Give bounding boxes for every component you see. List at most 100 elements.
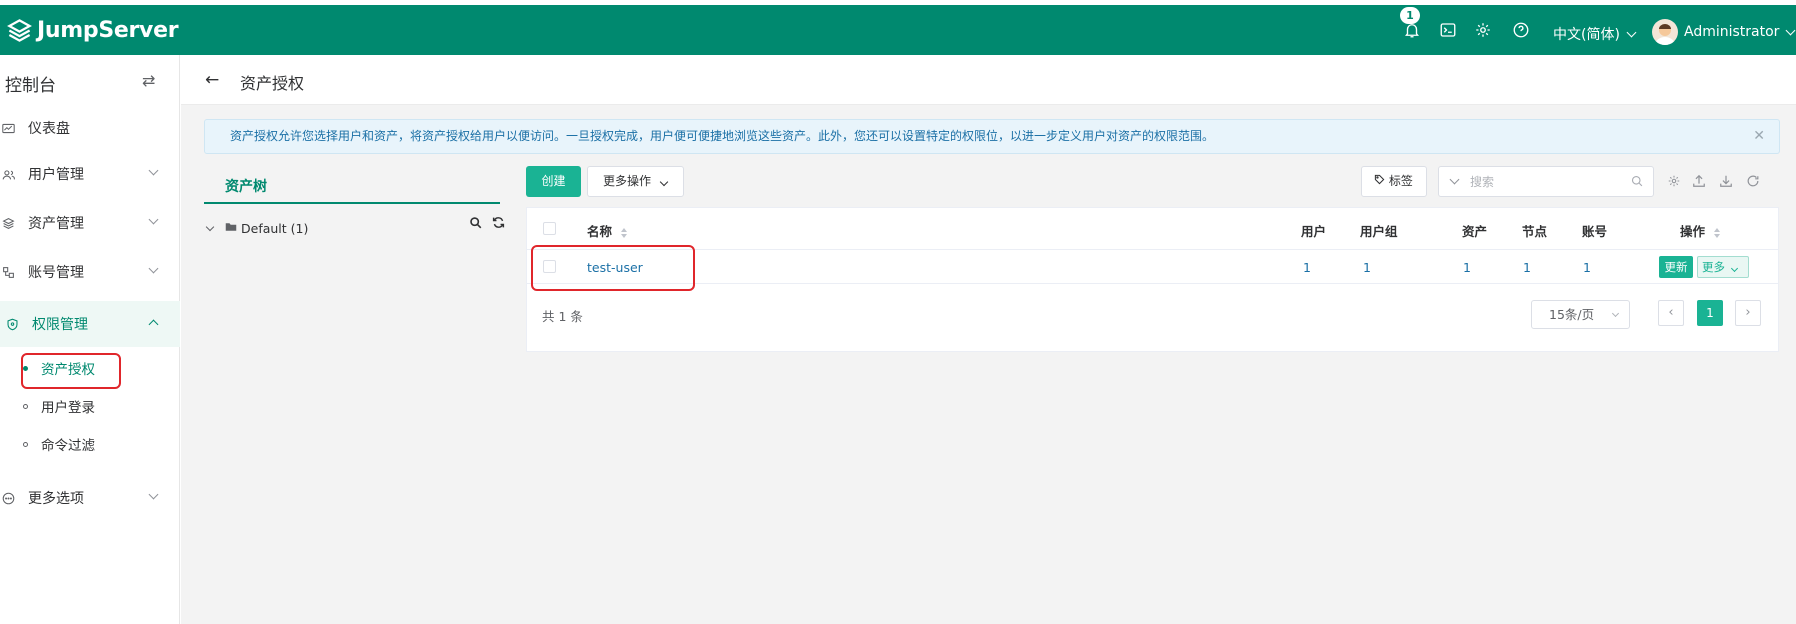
sidebar-item-accounts[interactable]: 账号管理: [0, 249, 180, 295]
main-content: ← 资产授权 资产授权允许您选择用户和资产，将资产授权给用户以便访问。一旦授权完…: [181, 55, 1796, 624]
brand-logo[interactable]: JumpServer: [6, 17, 179, 44]
page-header: ← 资产授权: [181, 55, 1796, 105]
search-input[interactable]: [1470, 172, 1620, 192]
row-more-dropdown[interactable]: 更多: [1697, 256, 1749, 278]
chevron-down-icon: [148, 214, 159, 225]
chevron-down-icon[interactable]: [1449, 174, 1460, 185]
column-header-user-groups: 用户组: [1360, 224, 1398, 239]
sidebar-item-label: 仪表盘: [28, 121, 70, 137]
jumpserver-logo-icon: [7, 19, 32, 42]
download-icon[interactable]: [1719, 174, 1733, 192]
user-groups-count[interactable]: 1: [1363, 260, 1371, 275]
help-icon[interactable]: [1511, 20, 1531, 40]
chevron-down-icon: [148, 263, 159, 274]
column-header-users: 用户: [1301, 224, 1327, 239]
caret-down-icon[interactable]: [205, 222, 215, 231]
row-more-label: 更多: [1702, 260, 1725, 274]
notification-badge: 1: [1400, 7, 1420, 24]
accounts-count[interactable]: 1: [1583, 260, 1591, 275]
more-icon: [0, 492, 16, 505]
highlight-box: [21, 353, 121, 389]
bullet-icon: [23, 403, 28, 409]
search-icon[interactable]: [469, 216, 482, 233]
accounts-icon: [0, 266, 16, 279]
highlight-box: [531, 245, 695, 291]
sidebar: 控制台 ⇄ 仪表盘 用户管理 资产管理 账号管理 权限管理 资产授权 用户登录 …: [0, 55, 180, 624]
shield-icon: [4, 318, 20, 331]
sidebar-subitem-user-login[interactable]: 用户登录: [0, 387, 180, 425]
sidebar-title: 控制台: [5, 76, 56, 96]
switch-icon[interactable]: ⇄: [142, 71, 155, 90]
search-icon[interactable]: [1631, 175, 1643, 191]
refresh-icon[interactable]: [492, 216, 505, 233]
sidebar-item-label: 资产管理: [28, 216, 84, 232]
update-button[interactable]: 更新: [1659, 256, 1693, 278]
page-size-select[interactable]: 15条/页: [1531, 300, 1630, 329]
sidebar-item-label: 账号管理: [28, 265, 84, 281]
nodes-count[interactable]: 1: [1523, 260, 1531, 275]
upload-icon[interactable]: [1692, 174, 1706, 192]
settings-icon[interactable]: [1667, 174, 1681, 192]
next-page-button[interactable]: ›: [1735, 300, 1761, 326]
chevron-down-icon: [148, 165, 159, 176]
more-actions-dropdown[interactable]: 更多操作: [587, 166, 684, 197]
page-number-current[interactable]: 1: [1697, 300, 1723, 326]
more-actions-label: 更多操作: [603, 174, 652, 188]
tree-node-label: Default (1): [241, 220, 309, 236]
refresh-icon[interactable]: [1746, 174, 1760, 192]
sidebar-item-permissions[interactable]: 权限管理: [0, 301, 180, 347]
column-header-assets: 资产: [1462, 224, 1488, 239]
sort-icon[interactable]: [1713, 227, 1721, 239]
sidebar-subitem-label: 命令过滤: [41, 438, 95, 454]
gear-icon[interactable]: [1473, 20, 1493, 40]
chevron-up-icon: [148, 319, 159, 330]
sidebar-item-users[interactable]: 用户管理: [0, 151, 180, 197]
sidebar-item-assets[interactable]: 资产管理: [0, 200, 180, 246]
language-label: 中文(简体): [1553, 27, 1620, 43]
avatar: [1652, 19, 1678, 45]
column-header-name[interactable]: 名称: [587, 221, 628, 240]
top-navbar: JumpServer 1 中文(简体) Administrator: [0, 5, 1796, 55]
chevron-down-icon: [148, 489, 159, 500]
sidebar-item-dashboard[interactable]: 仪表盘: [0, 105, 180, 151]
terminal-icon[interactable]: [1438, 20, 1458, 40]
asset-tree-panel: 资产树 Default (1): [204, 164, 505, 624]
tree-tools: [469, 216, 505, 233]
sidebar-item-label: 权限管理: [32, 317, 88, 333]
chevron-down-icon: [1611, 309, 1620, 318]
user-menu[interactable]: Administrator: [1652, 19, 1796, 45]
permission-list-panel: 创建 更多操作 标签 搜索 名称 用户 用户组 资产 节点 账号 操作 test…: [526, 164, 1779, 624]
create-button[interactable]: 创建: [526, 166, 581, 197]
sidebar-item-more[interactable]: 更多选项: [0, 475, 180, 521]
sidebar-item-label: 用户管理: [28, 167, 84, 183]
assets-count[interactable]: 1: [1463, 260, 1471, 275]
permissions-table: 名称 用户 用户组 资产 节点 账号 操作 test-user 1 1 1 1 …: [526, 207, 1779, 352]
chevron-down-icon: [1730, 264, 1738, 273]
column-header-accounts: 账号: [1582, 224, 1608, 239]
tree-node-default[interactable]: Default (1): [204, 216, 500, 240]
column-label: 操作: [1680, 224, 1706, 239]
prev-page-button[interactable]: ‹: [1658, 300, 1684, 326]
chevron-down-icon: [1785, 25, 1796, 35]
sort-icon[interactable]: [620, 227, 628, 239]
username: Administrator: [1684, 24, 1780, 40]
close-icon[interactable]: ✕: [1753, 120, 1765, 153]
table-header: 名称 用户 用户组 资产 节点 账号 操作: [527, 208, 1778, 250]
back-arrow-icon[interactable]: ←: [205, 70, 219, 90]
tab-asset-tree[interactable]: 资产树: [204, 164, 500, 204]
column-label: 名称: [587, 224, 613, 239]
dashboard-icon: [0, 122, 16, 135]
folder-icon: [225, 221, 237, 236]
tag-label: 标签: [1388, 174, 1413, 188]
tag-filter-button[interactable]: 标签: [1361, 166, 1427, 197]
select-all-checkbox[interactable]: [543, 222, 556, 235]
assets-icon: [0, 217, 16, 230]
column-header-actions[interactable]: 操作: [1680, 221, 1721, 240]
language-selector[interactable]: 中文(简体): [1553, 24, 1637, 44]
sidebar-subitem-label: 用户登录: [41, 400, 95, 416]
sidebar-subitem-command-filter[interactable]: 命令过滤: [0, 425, 180, 463]
brand-name: JumpServer: [37, 18, 179, 43]
table-row: test-user 1 1 1 1 1 更新 更多: [527, 250, 1778, 284]
page-size-label: 15条/页: [1549, 307, 1595, 322]
users-count[interactable]: 1: [1303, 260, 1311, 275]
